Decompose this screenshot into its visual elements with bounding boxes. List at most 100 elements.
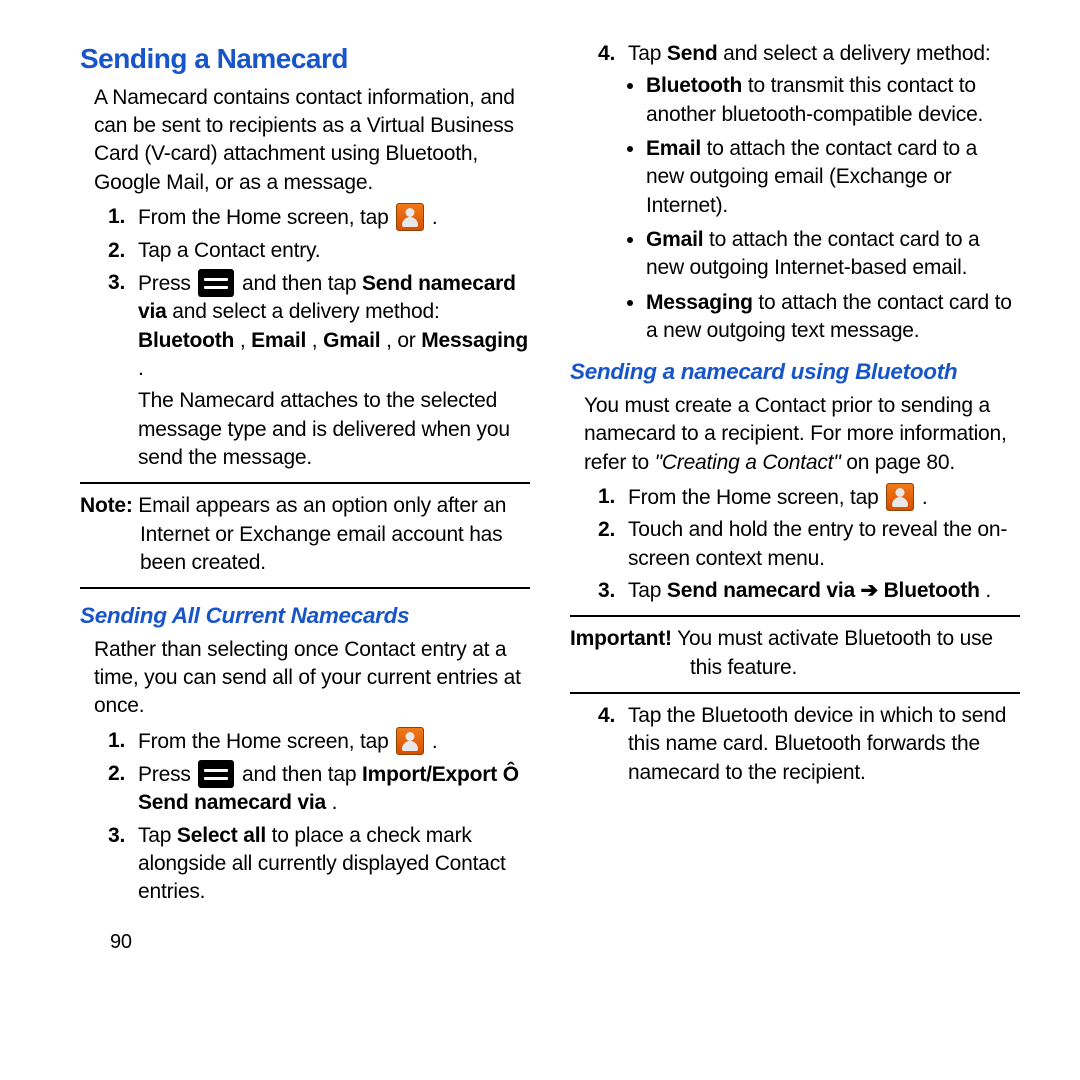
- step-text: Touch and hold the entry to reveal the o…: [628, 516, 1020, 573]
- step-text: Press and then tap Import/Export Ô Send …: [138, 760, 530, 818]
- step-num: 1.: [108, 203, 125, 231]
- step-2: 2. Press and then tap Import/Export Ô Se…: [108, 760, 530, 818]
- step-3: 3. Press and then tap Send namecard via …: [108, 269, 530, 472]
- step-continuation: The Namecard attaches to the selected me…: [138, 387, 530, 472]
- step-text: Press and then tap Send namecard via and…: [138, 269, 530, 383]
- text: Press: [138, 272, 196, 295]
- step-text: From the Home screen, tap .: [138, 203, 530, 232]
- text: and then tap: [242, 763, 362, 786]
- text-bold: Email: [251, 329, 306, 352]
- text-bold: Messaging: [421, 329, 528, 352]
- step-num: 4.: [598, 702, 615, 730]
- intro-bluetooth: You must create a Contact prior to sendi…: [584, 392, 1020, 477]
- heading-bluetooth: Sending a namecard using Bluetooth: [570, 357, 1020, 387]
- text-bold: Bluetooth: [138, 329, 234, 352]
- step-text: Tap the Bluetooth device in which to sen…: [628, 702, 1020, 787]
- text: , or: [386, 329, 421, 352]
- text: From the Home screen, tap: [138, 206, 394, 229]
- step-1: 1. From the Home screen, tap .: [108, 203, 530, 232]
- text: on page 80.: [846, 451, 955, 474]
- text-bold: Send namecard via ➔ Bluetooth: [667, 579, 980, 602]
- step-text: Tap Send namecard via ➔ Bluetooth .: [628, 577, 1020, 605]
- steps-bluetooth: 1. From the Home screen, tap . 2. Touch …: [598, 483, 1020, 605]
- divider: [570, 692, 1020, 694]
- text-bold: Send: [667, 42, 718, 65]
- step-text: Tap Send and select a delivery method:: [628, 40, 1020, 68]
- step-text: From the Home screen, tap .: [138, 727, 530, 756]
- text: and then tap: [242, 272, 362, 295]
- intro-namecard: A Namecard contains contact information,…: [94, 84, 530, 197]
- text: .: [432, 206, 438, 229]
- page-number: 90: [110, 929, 530, 956]
- text: .: [985, 579, 991, 602]
- step-num: 3.: [598, 577, 615, 605]
- step-3: 3. Tap Send namecard via ➔ Bluetooth .: [598, 577, 1020, 605]
- note-email: Note: Email appears as an option only af…: [80, 492, 530, 577]
- text: From the Home screen, tap: [628, 486, 884, 509]
- bullet-messaging: Messaging to attach the contact card to …: [646, 289, 1020, 346]
- bullet-email: Email to attach the contact card to a ne…: [646, 135, 1020, 220]
- note-text: Email appears as an option only after an…: [133, 494, 507, 574]
- step-num: 1.: [598, 483, 615, 511]
- step-1: 1. From the Home screen, tap .: [108, 727, 530, 756]
- step-text: Tap Select all to place a check mark alo…: [138, 822, 530, 907]
- contacts-icon: [396, 727, 424, 755]
- important-text: You must activate Bluetooth to use this …: [672, 627, 993, 678]
- delivery-methods: Bluetooth to transmit this contact to an…: [646, 72, 1020, 345]
- menu-icon: [198, 269, 234, 297]
- step-2: 2. Touch and hold the entry to reveal th…: [598, 516, 1020, 573]
- text-bold: Gmail: [323, 329, 380, 352]
- steps-sending-all-cont: 4. Tap Send and select a delivery method…: [598, 40, 1020, 345]
- step-num: 2.: [108, 760, 125, 788]
- text: .: [922, 486, 928, 509]
- important-bluetooth: Important! You must activate Bluetooth t…: [570, 625, 1020, 682]
- bullet-gmail: Gmail to attach the contact card to a ne…: [646, 226, 1020, 283]
- step-4: 4. Tap the Bluetooth device in which to …: [598, 702, 1020, 787]
- step-3: 3. Tap Select all to place a check mark …: [108, 822, 530, 907]
- bullet-bluetooth: Bluetooth to transmit this contact to an…: [646, 72, 1020, 129]
- text-bold: Messaging: [646, 291, 753, 314]
- step-num: 4.: [598, 40, 615, 68]
- text: .: [432, 730, 438, 753]
- important-label: Important!: [570, 627, 672, 650]
- text: and select a delivery method:: [172, 300, 439, 323]
- steps-sending-all: 1. From the Home screen, tap . 2. Press …: [108, 727, 530, 907]
- text-ital: "Creating a Contact": [655, 451, 841, 474]
- text: Tap: [138, 824, 177, 847]
- step-text: From the Home screen, tap .: [628, 483, 1020, 512]
- text: Press: [138, 763, 196, 786]
- step-2: 2. Tap a Contact entry.: [108, 237, 530, 265]
- text: .: [332, 791, 338, 814]
- text-bold: Gmail: [646, 228, 703, 251]
- contacts-icon: [886, 483, 914, 511]
- step-num: 3.: [108, 822, 125, 850]
- text: From the Home screen, tap: [138, 730, 394, 753]
- divider: [80, 482, 530, 484]
- text-bold: Email: [646, 137, 701, 160]
- divider: [570, 615, 1020, 617]
- step-text: Tap a Contact entry.: [138, 237, 530, 265]
- note-label: Note:: [80, 494, 133, 517]
- steps-sending-namecard: 1. From the Home screen, tap . 2. Tap a …: [108, 203, 530, 472]
- manual-page: Sending a Namecard A Namecard contains c…: [0, 0, 1080, 966]
- step-num: 3.: [108, 269, 125, 297]
- text: ,: [240, 329, 251, 352]
- intro-sending-all: Rather than selecting once Contact entry…: [94, 636, 530, 721]
- menu-icon: [198, 760, 234, 788]
- step-1: 1. From the Home screen, tap .: [598, 483, 1020, 512]
- left-column: Sending a Namecard A Namecard contains c…: [80, 40, 530, 956]
- heading-sending-namecard: Sending a Namecard: [80, 40, 530, 78]
- step-num: 2.: [108, 237, 125, 265]
- text: and select a delivery method:: [723, 42, 990, 65]
- text: Tap: [628, 42, 667, 65]
- step-num: 1.: [108, 727, 125, 755]
- text: ,: [312, 329, 323, 352]
- step-num: 2.: [598, 516, 615, 544]
- contacts-icon: [396, 203, 424, 231]
- divider: [80, 587, 530, 589]
- text: Tap: [628, 579, 667, 602]
- text-bold: Bluetooth: [646, 74, 742, 97]
- steps-bluetooth-cont: 4. Tap the Bluetooth device in which to …: [598, 702, 1020, 787]
- right-column: 4. Tap Send and select a delivery method…: [570, 40, 1020, 956]
- step-4: 4. Tap Send and select a delivery method…: [598, 40, 1020, 345]
